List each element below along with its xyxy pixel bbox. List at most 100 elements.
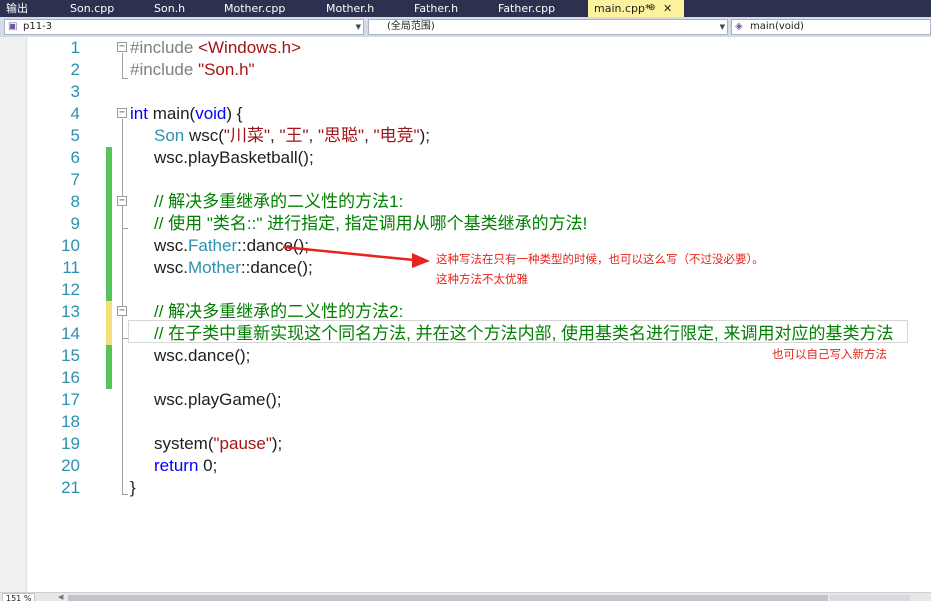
code-text: 0; — [198, 456, 218, 475]
code-line-21[interactable]: } — [130, 477, 136, 499]
code-text: ::dance(); — [240, 258, 313, 277]
collapse-toggle[interactable]: − — [117, 306, 127, 316]
line-number: 14 — [61, 324, 80, 343]
close-icon[interactable]: ✕ — [663, 0, 672, 17]
fold-guide-end — [122, 494, 128, 495]
saved-change-bar — [106, 147, 112, 301]
fold-guide-end — [122, 78, 128, 79]
line-number: 9 — [70, 214, 80, 233]
line-number: 3 — [70, 82, 80, 101]
code-line-20[interactable]: return 0; — [154, 455, 217, 477]
tab-main-cpp[interactable]: main.cpp* ⊕ ✕ — [588, 0, 684, 17]
annotation-note: 也可以自己写入新方法 — [772, 347, 887, 361]
navigation-bar: ▣ p11-3 ▼ (全局范围) ▼ ◈ main(void) — [0, 17, 931, 37]
code-text: ::dance(); — [237, 236, 309, 255]
code-line-15[interactable]: wsc.dance(); — [154, 345, 250, 367]
line-number: 2 — [70, 60, 80, 79]
line-number: 8 — [70, 192, 80, 211]
line-number: 19 — [61, 434, 80, 453]
member-dropdown[interactable]: ◈ main(void) — [731, 19, 931, 35]
line-number: 21 — [61, 478, 80, 497]
line-number: 20 — [61, 456, 80, 475]
member-name: main(void) — [750, 21, 804, 32]
preprocessor-directive: #include — [130, 60, 199, 79]
unsaved-change-bar — [106, 301, 112, 345]
tab-mother-h[interactable]: Mother.h — [320, 0, 400, 17]
code-text: system( — [154, 434, 214, 453]
code-line-11[interactable]: wsc.Mother::dance(); — [154, 257, 313, 279]
code-line-5[interactable]: Son wsc("川菜", "王", "思聪", "电竞"); — [154, 125, 430, 147]
code-line-9[interactable]: // 使用 "类名::" 进行指定, 指定调用从哪个基类继承的方法! — [154, 213, 587, 235]
code-text: , — [308, 126, 318, 145]
collapse-toggle[interactable]: − — [117, 108, 127, 118]
fold-guide — [122, 53, 123, 78]
tab-label: Son.h — [154, 2, 186, 15]
line-number: 13 — [61, 302, 80, 321]
tab-son-h[interactable]: Son.h — [148, 0, 218, 17]
tab-label: Father.cpp — [498, 2, 556, 15]
code-text: ); — [271, 434, 283, 453]
scope-name: (全局范围) — [387, 21, 435, 32]
scroll-left-icon[interactable]: ◀ — [58, 593, 63, 601]
line-number: 11 — [62, 258, 80, 277]
code-line-1[interactable]: #include <Windows.h> — [130, 37, 301, 59]
tab-father-cpp[interactable]: Father.cpp — [492, 0, 584, 17]
fold-guide-end — [122, 228, 128, 229]
function-icon: ◈ — [735, 21, 743, 32]
horizontal-scrollbar[interactable] — [68, 595, 828, 601]
line-number: 10 — [61, 236, 80, 255]
tab-father-h[interactable]: Father.h — [408, 0, 486, 17]
string-literal: "川菜" — [223, 126, 270, 145]
indicator-margin — [0, 37, 27, 592]
zoom-level-dropdown[interactable]: 151 % — [2, 593, 36, 601]
collapse-toggle[interactable]: − — [117, 42, 127, 52]
chevron-down-icon: ▼ — [719, 23, 725, 31]
line-number: 7 — [70, 170, 80, 189]
tab-mother-cpp[interactable]: Mother.cpp — [218, 0, 314, 17]
tab-output[interactable]: 输出 — [0, 0, 40, 17]
annotation-note: 这种方法不太优雅 — [436, 272, 528, 286]
code-text: wsc. — [154, 236, 188, 255]
preprocessor-directive: #include — [130, 38, 199, 57]
code-text: , — [364, 126, 374, 145]
line-number: 15 — [61, 346, 80, 365]
string-literal: "电竞" — [373, 126, 420, 145]
tab-label: Mother.cpp — [224, 2, 286, 15]
chevron-down-icon: ▼ — [355, 23, 361, 31]
string-literal: "思聪" — [317, 126, 365, 145]
code-line-4[interactable]: int main(void) { — [130, 103, 242, 125]
include-target: "Son.h" — [198, 60, 255, 79]
project-dropdown[interactable]: ▣ p11-3 ▼ — [4, 19, 364, 35]
code-line-14[interactable]: // 在子类中重新实现这个同名方法, 并在这个方法内部, 使用基类名进行限定, … — [154, 323, 894, 345]
code-text: main( — [147, 104, 196, 123]
line-number: 18 — [61, 412, 80, 431]
code-line-17[interactable]: wsc.playGame(); — [154, 389, 282, 411]
line-number: 17 — [61, 390, 80, 409]
scope-dropdown[interactable]: (全局范围) ▼ — [368, 19, 728, 35]
line-number: 16 — [61, 368, 80, 387]
string-literal: "pause" — [213, 434, 272, 453]
type-name: Father — [188, 236, 238, 255]
code-text: ); — [419, 126, 430, 145]
tab-label: Father.h — [414, 2, 459, 15]
line-number: 5 — [70, 126, 80, 145]
code-line-10[interactable]: wsc.Father::dance(); — [154, 235, 309, 257]
code-line-13[interactable]: // 解决多重继承的二义性的方法2: — [154, 301, 403, 323]
code-line-2[interactable]: #include "Son.h" — [130, 59, 255, 81]
scrollbar-thumb[interactable] — [830, 595, 910, 601]
tab-label: Son.cpp — [70, 2, 115, 15]
pin-icon[interactable]: ⊕ — [648, 0, 656, 17]
code-line-8[interactable]: // 解决多重继承的二义性的方法1: — [154, 191, 403, 213]
code-text: ) { — [226, 104, 243, 123]
keyword: int — [130, 104, 148, 123]
collapse-toggle[interactable]: − — [117, 196, 127, 206]
tab-label: Mother.h — [326, 2, 375, 15]
tab-son-cpp[interactable]: Son.cpp — [64, 0, 140, 17]
line-number: 12 — [61, 280, 80, 299]
code-text: wsc. — [154, 258, 188, 277]
type-name: Mother — [188, 258, 241, 277]
tab-label: main.cpp* — [594, 2, 651, 15]
code-line-19[interactable]: system("pause"); — [154, 433, 282, 455]
code-line-6[interactable]: wsc.playBasketball(); — [154, 147, 314, 169]
line-number: 4 — [70, 104, 80, 123]
